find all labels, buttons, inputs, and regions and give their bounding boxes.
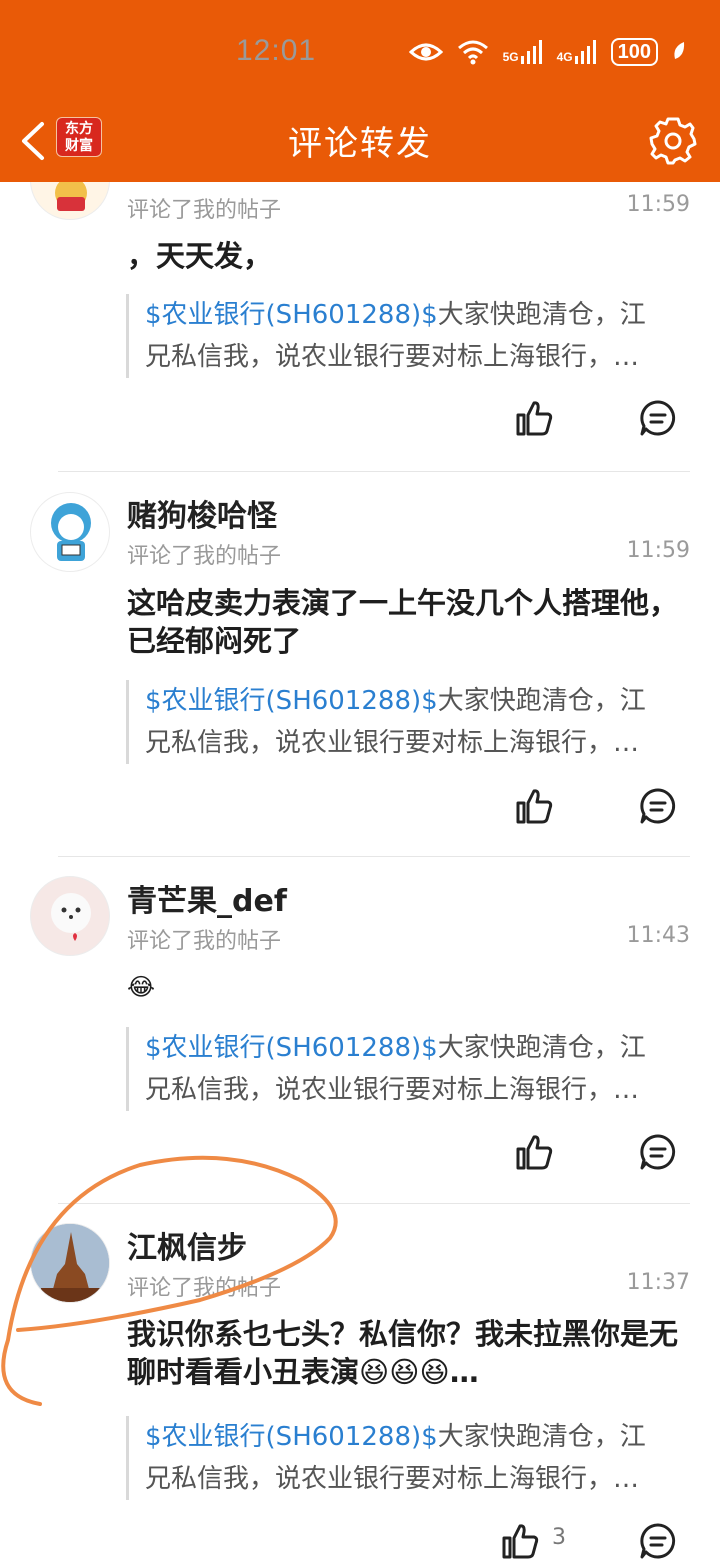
- status-bar: 12:01 5G 4G 100: [0, 0, 720, 100]
- divider: [58, 471, 690, 472]
- comment-item[interactable]: 江枫信步 评论了我的帖子 11:37 我识你系乜七头？私信你？我未拉黑你是无聊时…: [0, 1219, 720, 1560]
- gear-icon[interactable]: [648, 116, 698, 166]
- comment-action: 评论了我的帖子: [127, 544, 282, 569]
- reply-icon[interactable]: [638, 398, 678, 438]
- avatar[interactable]: [30, 182, 110, 220]
- page-title: 评论转发: [288, 124, 432, 164]
- like-icon[interactable]: [500, 1521, 540, 1560]
- comment-text: 这哈皮卖力表演了一上午没几个人搭理他，已经郁闷死了: [127, 586, 679, 658]
- divider: [58, 1203, 690, 1204]
- comment-item[interactable]: 评论了我的帖子 11:59 ，天天发， $农业银行(SH601288)$大家快跑…: [0, 182, 720, 470]
- avatar[interactable]: [30, 492, 110, 572]
- comment-action: 评论了我的帖子: [127, 198, 282, 223]
- comment-time: 11:43: [626, 923, 690, 948]
- comment-time: 11:59: [626, 538, 690, 563]
- avatar[interactable]: [30, 876, 110, 956]
- comment-action: 评论了我的帖子: [127, 1276, 282, 1301]
- comment-time: 11:59: [626, 192, 690, 217]
- comment-text: 我识你系乜七头？私信你？我未拉黑你是无聊时看看小丑表演😆😆😆…: [127, 1317, 679, 1389]
- reply-icon[interactable]: [638, 1132, 678, 1172]
- user-name[interactable]: 青芒果_def: [127, 876, 287, 920]
- comment-action: 评论了我的帖子: [127, 929, 282, 954]
- status-icons: 5G 4G 100: [408, 34, 686, 70]
- signal-5g: 5G: [503, 40, 543, 64]
- like-count: 3: [552, 1525, 566, 1550]
- stock-link[interactable]: $农业银行(SH601288)$: [145, 1422, 438, 1452]
- stock-link[interactable]: $农业银行(SH601288)$: [145, 1033, 438, 1063]
- comment-item[interactable]: 青芒果_def 评论了我的帖子 11:43 😂 $农业银行(SH601288)$…: [0, 872, 720, 1202]
- like-icon[interactable]: [514, 1132, 554, 1172]
- comment-text: ，天天发，: [127, 239, 273, 273]
- avatar[interactable]: [30, 1223, 110, 1303]
- reply-icon[interactable]: [638, 1521, 678, 1560]
- battery-indicator: 100: [610, 38, 658, 66]
- avatar-image: [55, 182, 87, 211]
- signal-bars-icon: [520, 40, 542, 64]
- quoted-post[interactable]: $农业银行(SH601288)$大家快跑清仓，江 兄私信我，说农业银行要对标上海…: [126, 1416, 680, 1500]
- quoted-post[interactable]: $农业银行(SH601288)$大家快跑清仓，江 兄私信我，说农业银行要对标上海…: [126, 294, 680, 378]
- reply-icon[interactable]: [638, 786, 678, 826]
- stock-link[interactable]: $农业银行(SH601288)$: [145, 300, 438, 330]
- avatar-image: [31, 1224, 109, 1302]
- stock-link[interactable]: $农业银行(SH601288)$: [145, 686, 438, 716]
- quoted-post[interactable]: $农业银行(SH601288)$大家快跑清仓，江 兄私信我，说农业银行要对标上海…: [126, 680, 680, 764]
- wifi-icon: [457, 40, 488, 65]
- nav-bar: 东方 财富 评论转发: [0, 100, 720, 182]
- quoted-post[interactable]: $农业银行(SH601288)$大家快跑清仓，江 兄私信我，说农业银行要对标上海…: [126, 1027, 680, 1111]
- divider: [58, 856, 690, 857]
- eye-icon: [408, 43, 443, 61]
- user-name[interactable]: 江枫信步: [127, 1223, 247, 1267]
- comment-feed: 评论了我的帖子 11:59 ，天天发， $农业银行(SH601288)$大家快跑…: [0, 182, 720, 1560]
- avatar-image: [51, 893, 91, 941]
- signal-4g: 4G: [557, 40, 597, 64]
- signal-bars-icon: [574, 40, 596, 64]
- comment-item[interactable]: 赌狗梭哈怪 评论了我的帖子 11:59 这哈皮卖力表演了一上午没几个人搭理他，已…: [0, 487, 720, 857]
- leaf-icon: [674, 42, 685, 59]
- comment-time: 11:37: [626, 1270, 690, 1295]
- comment-text: 😂: [127, 973, 156, 1001]
- user-name[interactable]: 赌狗梭哈怪: [127, 491, 277, 535]
- like-icon[interactable]: [514, 398, 554, 438]
- like-icon[interactable]: [514, 786, 554, 826]
- avatar-image: [51, 503, 91, 561]
